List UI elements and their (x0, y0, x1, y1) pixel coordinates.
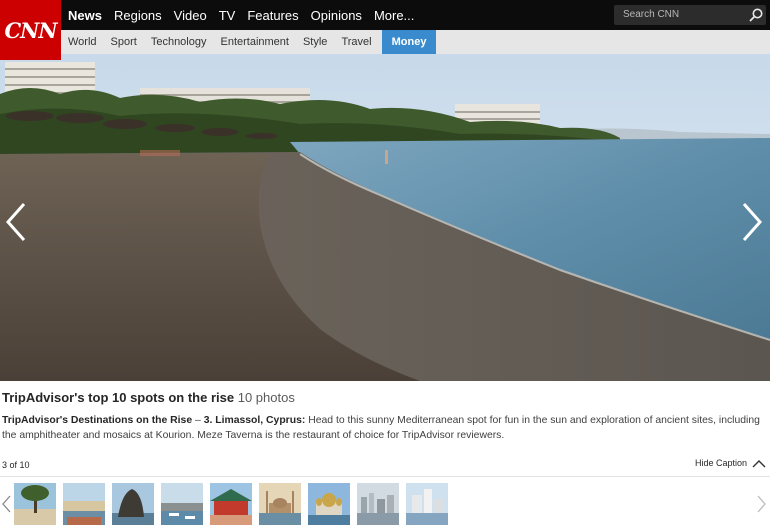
thumbnail-rock-formation[interactable] (112, 483, 154, 525)
thumbnail-image (308, 483, 350, 525)
thumbnail-domed-cathedral[interactable] (308, 483, 350, 525)
thumbnails-prev-icon[interactable] (0, 494, 14, 514)
photo-caption: TripAdvisor's Destinations on the Rise –… (2, 413, 767, 443)
previous-photo-arrow-icon[interactable] (2, 200, 32, 244)
thumbnail-strip (0, 482, 770, 528)
section-style[interactable]: Style (296, 30, 334, 54)
divider (0, 476, 770, 477)
thumbnail-image (63, 483, 105, 525)
next-photo-arrow-icon[interactable] (736, 200, 766, 244)
thumbnail-harbor-boats[interactable] (161, 483, 203, 525)
nav-item-regions[interactable]: Regions (114, 8, 162, 23)
thumbnail-coastal-town[interactable] (63, 483, 105, 525)
search-icon[interactable] (748, 7, 764, 23)
nav-item-tv[interactable]: TV (219, 8, 236, 23)
search-input[interactable]: Search CNN (614, 5, 766, 25)
section-nav-bar: World Sport Technology Entertainment Sty… (0, 30, 770, 54)
section-world[interactable]: World (61, 30, 104, 54)
gallery-title-text: TripAdvisor's top 10 spots on the rise (2, 390, 235, 405)
hide-caption-button[interactable]: Hide Caption (695, 458, 766, 468)
thumbnail-red-temple[interactable] (210, 483, 252, 525)
thumbnail-image (357, 483, 399, 525)
hide-caption-label: Hide Caption (694, 458, 747, 468)
thumbnail-modern-waterfront[interactable] (406, 483, 448, 525)
photo-counter: 3 of 10 (2, 460, 30, 470)
nav-item-video[interactable]: Video (174, 8, 207, 23)
gallery-title: TripAdvisor's top 10 spots on the rise 1… (2, 390, 295, 405)
cnn-logo[interactable]: CNN (0, 0, 61, 60)
section-travel[interactable]: Travel (334, 30, 378, 54)
section-nav: World Sport Technology Entertainment Sty… (61, 30, 437, 54)
nav-item-features[interactable]: Features (247, 8, 298, 23)
thumbnail-image (406, 483, 448, 525)
chevron-up-icon (752, 459, 766, 467)
caption-place: 3. Limassol, Cyprus: (203, 415, 306, 426)
thumbnails-next-icon[interactable] (754, 494, 768, 514)
gallery-photo (0, 54, 770, 381)
thumbnail-image (259, 483, 301, 525)
thumbnail-beach-tree[interactable] (14, 483, 56, 525)
nav-item-opinions[interactable]: Opinions (311, 8, 362, 23)
section-technology[interactable]: Technology (144, 30, 214, 54)
thumbnail-mosque-waterfront[interactable] (259, 483, 301, 525)
thumbnail-list (14, 483, 455, 525)
thumbnail-image (112, 483, 154, 525)
nav-item-more[interactable]: More... (374, 8, 414, 23)
caption-dash: – (192, 415, 204, 426)
photo-count: 10 photos (237, 390, 295, 405)
beach-photo (0, 54, 770, 381)
thumbnail-image (161, 483, 203, 525)
thumbnail-city-skyline[interactable] (357, 483, 399, 525)
thumbnail-image (14, 483, 56, 525)
caption-lead: TripAdvisor's Destinations on the Rise (2, 415, 193, 426)
main-nav: News Regions Video TV Features Opinions … (68, 0, 426, 30)
section-entertainment[interactable]: Entertainment (213, 30, 295, 54)
section-money[interactable]: Money (381, 30, 437, 54)
logo-text: CNN (4, 17, 57, 43)
nav-item-news[interactable]: News (68, 8, 102, 23)
thumbnail-image (210, 483, 252, 525)
section-sport[interactable]: Sport (104, 30, 144, 54)
search-placeholder: Search CNN (623, 9, 680, 20)
